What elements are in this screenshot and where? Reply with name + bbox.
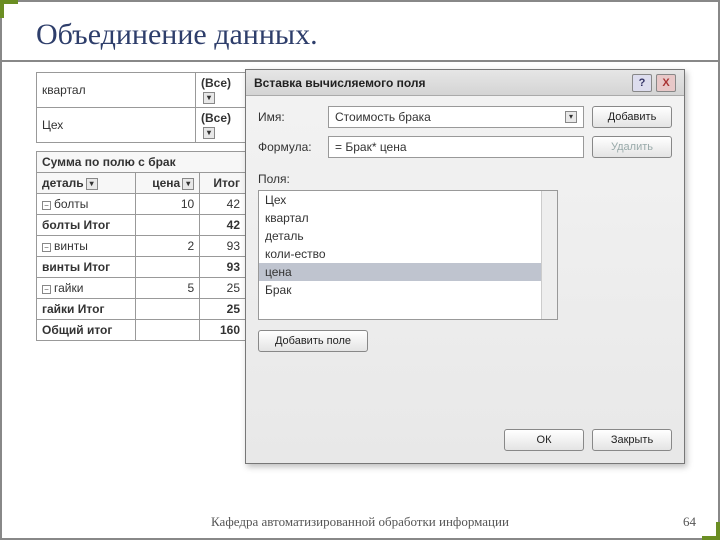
filter-label: Цех (37, 108, 196, 143)
table-row-label: −гайки (37, 278, 136, 299)
col-header[interactable]: цена▾ (135, 173, 199, 194)
filter-value[interactable]: (Все)▾ (196, 108, 246, 143)
dropdown-icon: ▾ (203, 92, 215, 104)
close-icon[interactable]: X (656, 74, 676, 92)
name-label: Имя: (258, 110, 320, 124)
calc-field-dialog: Вставка вычисляемого поля ? X Имя: Стоим… (245, 69, 685, 464)
table-row-label: −болты (37, 194, 136, 215)
delete-button: Удалить (592, 136, 672, 158)
col-header: Итог (200, 173, 246, 194)
dialog-title: Вставка вычисляемого поля (254, 76, 426, 90)
add-button[interactable]: Добавить (592, 106, 672, 128)
table-cell (135, 215, 199, 236)
table-cell: 5 (135, 278, 199, 299)
list-item[interactable]: Цех (259, 191, 557, 209)
table-cell: 93 (200, 257, 246, 278)
sum-label: Сумма по полю с брак (37, 152, 246, 173)
list-item[interactable]: Брак (259, 281, 557, 299)
table-row-label: Общий итог (37, 320, 136, 341)
table-row-label: винты Итог (37, 257, 136, 278)
dropdown-icon: ▾ (565, 111, 577, 123)
table-cell: 10 (135, 194, 199, 215)
table-cell: 25 (200, 278, 246, 299)
dialog-titlebar: Вставка вычисляемого поля ? X (246, 70, 684, 96)
dropdown-icon: ▾ (86, 178, 98, 190)
collapse-icon[interactable]: − (42, 285, 51, 294)
slide-title: Объединение данных. (0, 0, 720, 62)
filter-label: квартал (37, 73, 196, 108)
fields-label: Поля: (258, 172, 672, 186)
fields-listbox[interactable]: Цехкварталдетальколи-ествоценаБрак (258, 190, 558, 320)
table-row-label: гайки Итог (37, 299, 136, 320)
slide-footer: Кафедра автоматизированной обработки инф… (0, 514, 720, 530)
help-icon[interactable]: ? (632, 74, 652, 92)
dropdown-icon: ▾ (203, 127, 215, 139)
formula-label: Формула: (258, 140, 320, 154)
dropdown-icon: ▾ (182, 178, 194, 190)
table-cell: 160 (200, 320, 246, 341)
table-cell: 42 (200, 194, 246, 215)
list-item[interactable]: коли-ество (259, 245, 557, 263)
table-cell (135, 299, 199, 320)
pivot-table: квартал (Все)▾ Цех (Все)▾ Сумма по полю … (36, 72, 246, 349)
table-cell: 42 (200, 215, 246, 236)
filter-value[interactable]: (Все)▾ (196, 73, 246, 108)
table-cell: 2 (135, 236, 199, 257)
table-row-label: −винты (37, 236, 136, 257)
table-cell: 25 (200, 299, 246, 320)
row-header[interactable]: деталь▾ (37, 173, 136, 194)
formula-input[interactable]: = Брак* цена (328, 136, 584, 158)
table-cell (135, 320, 199, 341)
list-item[interactable]: цена (259, 263, 557, 281)
ok-button[interactable]: ОК (504, 429, 584, 451)
table-cell (135, 257, 199, 278)
list-item[interactable]: деталь (259, 227, 557, 245)
collapse-icon[interactable]: − (42, 201, 51, 210)
table-row-label: болты Итог (37, 215, 136, 236)
add-field-button[interactable]: Добавить поле (258, 330, 368, 352)
name-input[interactable]: Стоимость брака ▾ (328, 106, 584, 128)
table-cell: 93 (200, 236, 246, 257)
collapse-icon[interactable]: − (42, 243, 51, 252)
page-number: 64 (683, 514, 696, 530)
close-button[interactable]: Закрыть (592, 429, 672, 451)
list-item[interactable]: квартал (259, 209, 557, 227)
scrollbar[interactable] (541, 191, 557, 319)
